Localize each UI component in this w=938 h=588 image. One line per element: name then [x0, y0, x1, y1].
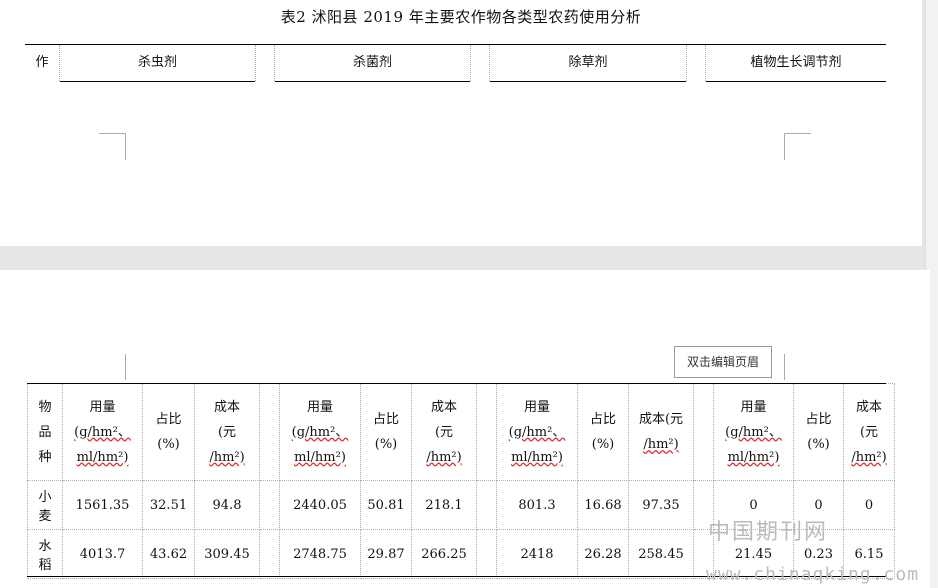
margin-corner-mark — [784, 354, 811, 380]
usage-header: 用量 (g/hm²、 ml/hm²) — [496, 383, 578, 481]
header-fungicide: 杀菌剂 — [275, 45, 470, 82]
group-spacer — [693, 383, 714, 481]
crop-header-cell: 物品种 — [27, 383, 63, 481]
divider — [470, 45, 471, 81]
margin-corner-mark — [99, 354, 126, 380]
margin-corner-mark — [99, 133, 126, 160]
page-gap — [0, 246, 938, 270]
cost-header: 成本(元/hm²) — [411, 383, 477, 481]
watermark-url: www.chinaqking.com — [706, 564, 920, 585]
group-spacer — [476, 383, 497, 481]
crop-cell: 水稻 — [27, 529, 63, 579]
value-cell: 266.25 — [411, 529, 477, 579]
group-spacer — [476, 480, 497, 530]
value-cell: 2748.75 — [279, 529, 361, 579]
cost-header: 成本(元/hm²) — [843, 383, 895, 481]
share-header: 占比 (%) — [142, 383, 195, 481]
share-header: 占比 (%) — [360, 383, 412, 481]
document-page-1: 表2 沭阳县 2019 年主要农作物各类型农药使用分析 作 杀虫剂 杀菌剂 除草… — [0, 0, 922, 246]
value-cell: 29.87 — [360, 529, 412, 579]
value-cell: 258.45 — [628, 529, 694, 579]
pesticide-data-table: 物品种 用量 (g/hm²、 ml/hm²) 占比 (%) 成本 (元/hm²) 用量(… — [27, 383, 895, 579]
crop-cell: 小麦 — [27, 480, 63, 530]
cost-header: 成本(元/hm²) — [194, 383, 260, 481]
group-spacer — [476, 529, 497, 579]
divider — [686, 45, 687, 81]
table-header-continued: 作 杀虫剂 杀菌剂 除草剂 植物生长调节剂 — [25, 44, 886, 82]
watermark-text: 中国期刊网 — [708, 520, 829, 545]
group-spacer — [259, 529, 280, 579]
header-crop-label: 作 — [35, 55, 49, 70]
value-cell: 1561.35 — [62, 480, 143, 530]
value-cell: 26.28 — [577, 529, 629, 579]
margin-corner-mark — [784, 133, 811, 160]
value-cell: 97.35 — [628, 480, 694, 530]
usage-header: 用量 (g/hm²、 ml/hm²) — [62, 383, 143, 481]
usage-header: 用量 (g/hm²、 ml/hm²) — [279, 383, 361, 481]
value-cell: 0 — [843, 480, 895, 530]
value-cell: 2418 — [496, 529, 578, 579]
document-page-2: 双击编辑页眉 物品种 用量 (g/hm²、 ml/hm²) 占比 (%) 成本 (元/h… — [0, 270, 930, 588]
value-cell: 94.8 — [194, 480, 260, 530]
divider — [255, 45, 256, 81]
value-cell: 43.62 — [142, 529, 195, 579]
value-cell: 32.51 — [142, 480, 195, 530]
table-header-row: 物品种 用量 (g/hm²、 ml/hm²) 占比 (%) 成本 (元/hm²) 用量(… — [27, 383, 895, 481]
share-header: 占比 (%) — [577, 383, 629, 481]
group-spacer — [259, 383, 280, 481]
header-insecticide: 杀虫剂 — [60, 45, 255, 82]
header-growth-regulator: 植物生长调节剂 — [706, 45, 886, 82]
value-cell: 16.68 — [577, 480, 629, 530]
edit-header-button[interactable]: 双击编辑页眉 — [674, 346, 772, 378]
usage-header: 用量 (g/hm²、 ml/hm²) — [713, 383, 794, 481]
table-top-rule — [27, 383, 886, 384]
value-cell: 50.81 — [360, 480, 412, 530]
header-herbicide: 除草剂 — [490, 45, 686, 82]
value-cell: 4013.7 — [62, 529, 143, 579]
share-header: 占比 (%) — [793, 383, 844, 481]
group-spacer — [259, 480, 280, 530]
cost-header: 成本(元/hm²) — [628, 383, 694, 481]
table-title: 表2 沭阳县 2019 年主要农作物各类型农药使用分析 — [280, 8, 642, 26]
value-cell: 218.1 — [411, 480, 477, 530]
value-cell: 801.3 — [496, 480, 578, 530]
value-cell: 2440.05 — [279, 480, 361, 530]
value-cell: 309.45 — [194, 529, 260, 579]
